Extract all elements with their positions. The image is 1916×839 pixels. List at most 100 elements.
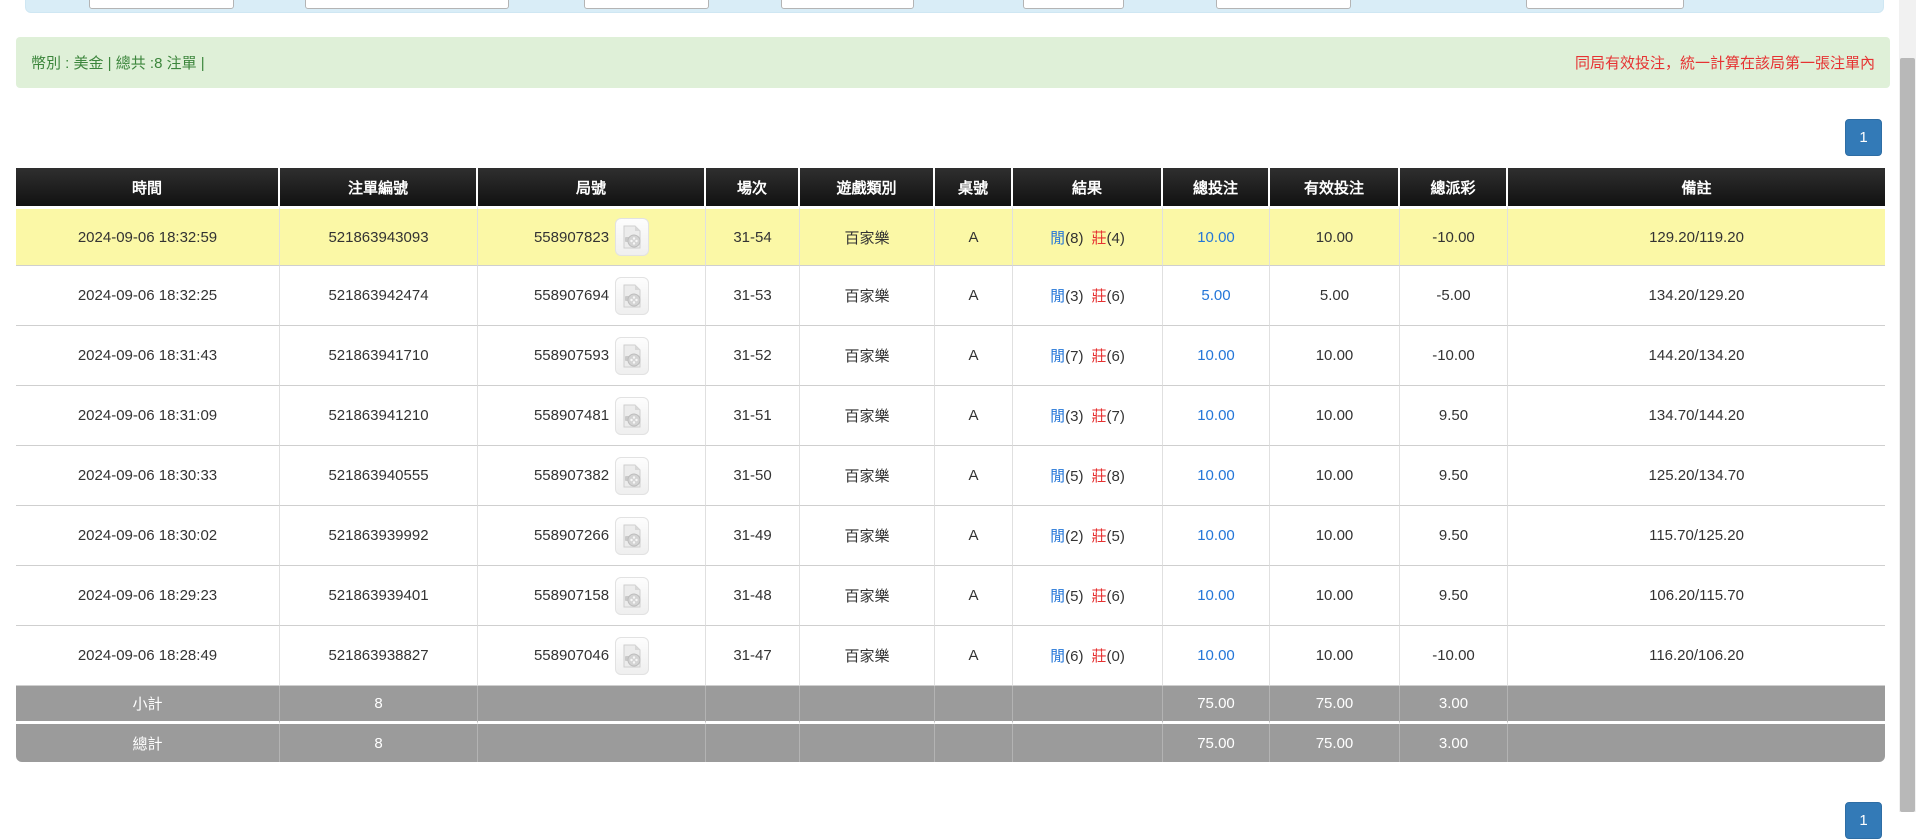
total-bet-cell: 10.00 [1163,506,1270,566]
currency-total-label: 幣別 : 美金 | 總共 :8 注單 | [31,52,205,73]
filter-input[interactable] [1216,0,1351,9]
player-result-points: (5) [1065,588,1083,605]
banker-result-label: 莊 [1092,648,1107,665]
total-bet-cell: 10.00 [1163,386,1270,446]
total-bet-link[interactable]: 10.00 [1197,407,1235,424]
total-bet-link[interactable]: 10.00 [1197,347,1235,364]
subtotal-payout: 3.00 [1400,686,1508,724]
result-cell: 閒(6)莊(0) [1013,626,1163,686]
table-no-cell: A [935,386,1013,446]
subtotal-label: 小計 [16,686,280,724]
banker-result-label: 莊 [1092,288,1107,305]
time-cell: 2024-09-06 18:32:25 [16,266,280,326]
result-cell: 閒(3)莊(7) [1013,386,1163,446]
filter-input[interactable] [1526,0,1684,9]
game-type-cell: 百家樂 [800,266,935,326]
session-cell: 31-49 [706,506,800,566]
pagination-top: 1 [1845,119,1882,156]
bet-history-table: 時間注單編號局號場次遊戲類別桌號結果總投注有效投注總派彩備註 2024-09-0… [16,168,1885,762]
valid-bet-cell: 5.00 [1270,266,1400,326]
video-replay-button[interactable] [615,397,649,435]
valid-bet-cell: 10.00 [1270,626,1400,686]
payout-cell: 9.50 [1400,506,1508,566]
payout-cell: -10.00 [1400,626,1508,686]
bet-no-cell: 521863940555 [280,446,478,506]
video-replay-button[interactable] [615,457,649,495]
filter-input[interactable] [584,0,709,9]
remark-cell: 134.70/144.20 [1508,386,1885,446]
valid-bet-cell: 10.00 [1270,386,1400,446]
round-no-cell: 558907046 [478,626,706,686]
scrollbar-track[interactable] [1899,0,1916,812]
total-bet-link[interactable]: 10.00 [1197,587,1235,604]
video-replay-button[interactable] [615,517,649,555]
header-row: 時間注單編號局號場次遊戲類別桌號結果總投注有效投注總派彩備註 [16,168,1885,206]
remark-cell: 125.20/134.70 [1508,446,1885,506]
bet-no-cell: 521863938827 [280,626,478,686]
banker-result-points: (4) [1107,230,1125,247]
round-no: 558907481 [534,407,609,424]
grandtotal-row: 總計 8 75.00 75.00 3.00 [16,724,1885,762]
bet-no-cell: 521863941710 [280,326,478,386]
table-no-cell: A [935,266,1013,326]
time-cell: 2024-09-06 18:31:43 [16,326,280,386]
round-no: 558907266 [534,527,609,544]
banker-result-points: (6) [1107,348,1125,365]
page-1-button[interactable]: 1 [1845,802,1882,839]
game-type-cell: 百家樂 [800,626,935,686]
column-header-2: 注單編號 [280,168,478,206]
grandtotal-payout: 3.00 [1400,724,1508,762]
subtotal-valid-bet: 75.00 [1270,686,1400,724]
video-replay-button[interactable] [615,337,649,375]
player-result-label: 閒 [1050,588,1065,605]
round-no: 558907823 [534,229,609,246]
time-cell: 2024-09-06 18:29:23 [16,566,280,626]
round-no: 558907158 [534,587,609,604]
session-cell: 31-54 [706,206,800,266]
filter-input[interactable] [305,0,509,9]
bet-no-cell: 521863939992 [280,506,478,566]
page-1-button[interactable]: 1 [1845,119,1882,156]
table-no-cell: A [935,206,1013,266]
payout-cell: 9.50 [1400,446,1508,506]
table-row: 2024-09-06 18:31:09 521863941210 5589074… [16,386,1885,446]
payout-cell: 9.50 [1400,386,1508,446]
filter-input[interactable] [89,0,234,9]
player-result-label: 閒 [1050,348,1065,365]
round-no-cell: 558907823 [478,206,706,266]
time-cell: 2024-09-06 18:30:02 [16,506,280,566]
total-bet-cell: 10.00 [1163,206,1270,266]
table-row: 2024-09-06 18:30:33 521863940555 5589073… [16,446,1885,506]
video-replay-button[interactable] [615,577,649,615]
video-replay-button[interactable] [615,218,649,256]
banker-result-points: (8) [1107,468,1125,485]
video-replay-button[interactable] [615,637,649,675]
total-bet-cell: 10.00 [1163,626,1270,686]
video-replay-button[interactable] [615,277,649,315]
player-result-points: (7) [1065,348,1083,365]
filter-input[interactable] [781,0,914,9]
payout-cell: -10.00 [1400,206,1508,266]
player-result-points: (5) [1065,468,1083,485]
result-cell: 閒(3)莊(6) [1013,266,1163,326]
player-result-label: 閒 [1050,528,1065,545]
round-no-cell: 558907158 [478,566,706,626]
total-bet-link[interactable]: 10.00 [1197,527,1235,544]
remark-cell: 115.70/125.20 [1508,506,1885,566]
column-header-9: 有效投注 [1270,168,1400,206]
filter-input[interactable] [1023,0,1124,9]
remark-cell: 129.20/119.20 [1508,206,1885,266]
remark-cell: 116.20/106.20 [1508,626,1885,686]
total-bet-link[interactable]: 5.00 [1201,287,1230,304]
total-bet-link[interactable]: 10.00 [1197,229,1235,246]
total-bet-link[interactable]: 10.00 [1197,467,1235,484]
total-bet-link[interactable]: 10.00 [1197,647,1235,664]
scrollbar-thumb[interactable] [1900,58,1915,812]
banker-result-label: 莊 [1092,348,1107,365]
banker-result-points: (6) [1107,588,1125,605]
session-cell: 31-51 [706,386,800,446]
payout-cell: -5.00 [1400,266,1508,326]
round-no-cell: 558907694 [478,266,706,326]
video-record-icon [622,464,642,488]
table-row: 2024-09-06 18:32:25 521863942474 5589076… [16,266,1885,326]
